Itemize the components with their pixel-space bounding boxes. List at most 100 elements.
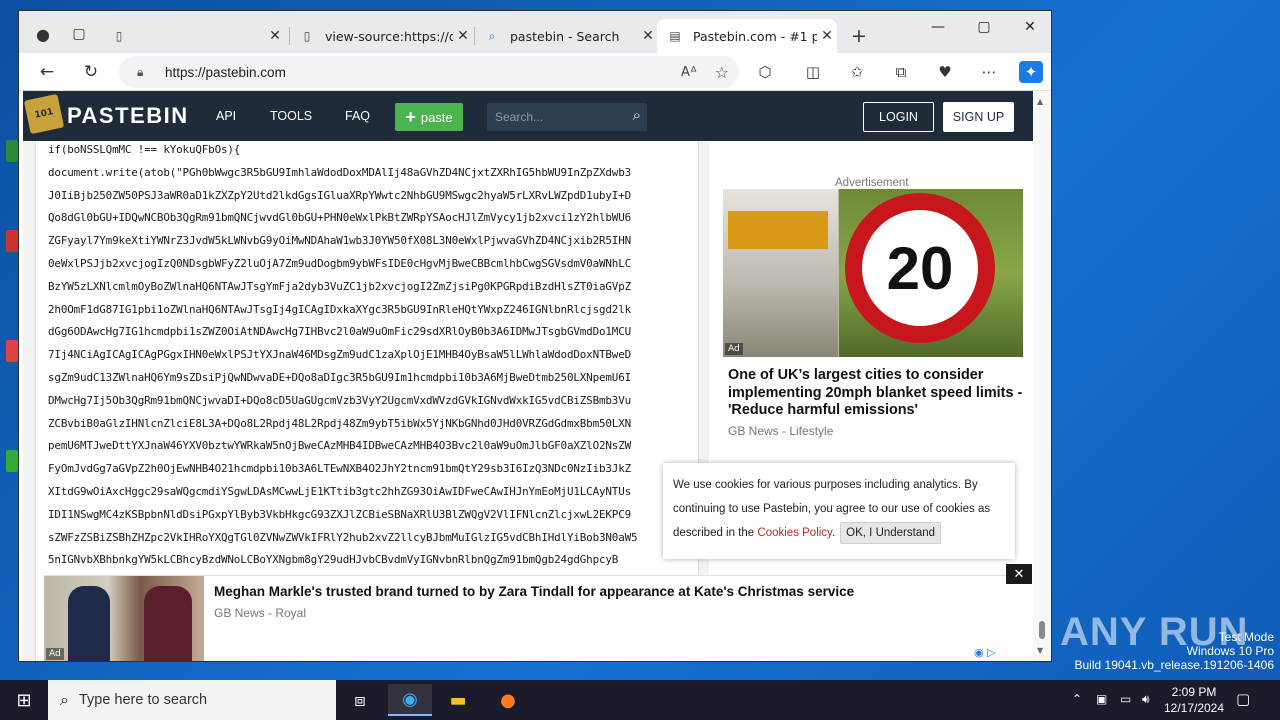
tab-1[interactable]: ▯ ✕: [101, 19, 285, 53]
cookie-banner: We use cookies for various purposes incl…: [663, 463, 1015, 559]
pastebin-logo-icon[interactable]: 101: [23, 93, 65, 135]
cookie-ok-button[interactable]: OK, I Understand: [840, 522, 942, 544]
close-icon[interactable]: ✕: [817, 28, 837, 44]
collections-icon[interactable]: ⧉: [889, 61, 913, 83]
code-line: 5nIGNvbXBhbnkgYW5kLCBhcyBzdWNoLCBoYXNgbm…: [48, 553, 619, 567]
code-line: XItdG9wOiAxcHggc29saWQgcmdiYSgwLDAsMCwwL…: [48, 485, 632, 498]
document-icon: ▯: [303, 29, 311, 43]
extensions-icon[interactable]: ⬡: [753, 61, 777, 83]
code-line: DMwcHg7Ij5Ob3QgRm91bmQNCjwvaDI+DQo8cD5Ua…: [48, 393, 632, 407]
code-line: IDI1NSwgMC4zKSBpbnNldDsiPGxpYlByb3VkbHkg…: [48, 507, 632, 521]
page-scrollbar[interactable]: ▲ ▼: [1033, 91, 1051, 661]
scroll-thumb[interactable]: [1039, 621, 1045, 639]
cookie-text-end: .: [831, 527, 836, 539]
tab-bar: ● ▢ ▯ ✕ ▯ view-source:https://ds ✕ ⌕ pas…: [19, 11, 1051, 53]
sidebar-ad-source: GB News - Lifestyle: [728, 424, 834, 438]
nav-faq[interactable]: FAQ: [345, 109, 370, 123]
read-aloud-icon[interactable]: A͏ᐞ: [681, 65, 697, 80]
code-line: sgZm9udC13ZWlnaHQ6Ym9sZDsiPjQwNDwvaDE+DQ…: [48, 371, 632, 384]
display-icon[interactable]: ▭: [1120, 692, 1131, 706]
split-screen-icon[interactable]: ◫: [801, 61, 825, 83]
minimize-button[interactable]: —: [915, 11, 961, 43]
code-line: if(boNSSLQmMC !== kYokuQFbOs){: [48, 143, 241, 156]
cookies-policy-link[interactable]: Cookies Policy: [757, 527, 832, 539]
file-explorer-icon[interactable]: ▬: [436, 684, 480, 716]
close-icon[interactable]: ✕: [638, 28, 658, 44]
close-icon[interactable]: ✕: [265, 28, 285, 44]
favorite-star-icon[interactable]: ☆: [715, 63, 729, 82]
volume-icon[interactable]: 🔊︎: [1142, 692, 1150, 707]
build-text: Build 19041.vb_release.191206-1406: [1074, 658, 1275, 672]
favorites-icon[interactable]: ✩: [845, 61, 869, 83]
more-menu-icon[interactable]: ⋯: [977, 61, 1001, 83]
windows-start-icon[interactable]: ⊞: [0, 680, 48, 720]
lock-icon: 🔒︎: [137, 64, 144, 79]
search-icon[interactable]: ⌕: [633, 106, 641, 124]
adchoices-icon[interactable]: ◉ ▷: [974, 646, 996, 659]
url-field[interactable]: 🔒︎ https://pastebin.com A͏ᐞ ☆: [119, 56, 739, 88]
code-line: document.write(atob("PGh0bWwgc3R5bGU9Imh…: [48, 165, 632, 179]
taskbar: ⊞ ⌕ Type here to search ⧈ ◉ ▬ ● ⌃ ▣ ▭ 🔊︎…: [0, 680, 1280, 720]
code-line: sZWFzZSBiZSBhZHZpc2VkIHRoYXQgTGl0ZVNwZWV…: [48, 530, 638, 544]
paste-label: paste: [420, 109, 453, 125]
code-line: dGg6ODAwcHg7IG1hcmdpbi1sZWZ0OiAtNDAwcHg7…: [48, 325, 632, 339]
bottom-ad-title[interactable]: Meghan Markle's trusted brand turned to …: [214, 584, 854, 599]
nav-api[interactable]: API: [216, 109, 236, 123]
network-icon[interactable]: ▣: [1096, 692, 1107, 706]
firefox-icon[interactable]: ●: [486, 684, 530, 716]
nav-tools[interactable]: TOOLS: [270, 109, 312, 123]
bottom-ad-image[interactable]: Ad: [44, 576, 204, 661]
close-icon[interactable]: ✕: [453, 28, 473, 44]
profile-icon[interactable]: ●: [29, 21, 57, 47]
tab-title: pastebin - Search: [510, 28, 620, 44]
code-line: 0eWxlPSJjb2xvcjogIzQ0NDsgbWFyZ2luOjA7Zm9…: [48, 257, 632, 270]
address-bar: ← ↻ 🔒︎ https://pastebin.com A͏ᐞ ☆ ⬡ ◫ ✩ …: [19, 53, 1051, 91]
signup-button[interactable]: SIGN UP: [943, 102, 1014, 132]
code-line: pemU6MTJweDttYXJnaW46YXV0bztwYWRkaW5nOjB…: [48, 439, 632, 453]
scroll-up-icon[interactable]: ▲: [1037, 97, 1043, 106]
sidebar-ad-title[interactable]: One of UK’s largest cities to consider i…: [728, 367, 1024, 420]
back-button[interactable]: ←: [33, 59, 61, 85]
maximize-button[interactable]: ▢: [961, 11, 1007, 43]
speed-limit-sign: 20: [845, 193, 995, 343]
notification-icon[interactable]: ▢: [1236, 690, 1250, 708]
task-view-icon[interactable]: ⧈: [338, 684, 382, 716]
scroll-down-icon[interactable]: ▼: [1037, 646, 1043, 655]
code-line: Qo8dGl0bGU+IDQwNCBOb3QgRm91bmQNCjwvdGl0b…: [48, 211, 632, 225]
ad-tag: Ad: [725, 343, 743, 355]
tab-title: view-source:https://ds: [325, 28, 453, 44]
tray-chevron-icon[interactable]: ⌃: [1072, 692, 1082, 706]
search-input[interactable]: Search... ⌕: [487, 103, 647, 131]
advertisement-label: Advertisement: [835, 177, 909, 189]
search-placeholder: Search...: [495, 110, 544, 124]
plus-icon: +: [405, 106, 416, 127]
paste-button[interactable]: + paste: [395, 103, 463, 131]
browser-window: ● ▢ ▯ ✕ ▯ view-source:https://ds ✕ ⌕ pas…: [18, 10, 1052, 662]
edge-browser-icon[interactable]: ◉: [388, 684, 432, 716]
ad-tag: Ad: [46, 648, 64, 660]
copilot-icon[interactable]: ✦: [1019, 61, 1043, 83]
tab-2[interactable]: ▯ view-source:https://ds ✕: [289, 19, 473, 53]
refresh-button[interactable]: ↻: [77, 59, 105, 85]
close-window-button[interactable]: ✕: [1007, 11, 1051, 43]
taskbar-clock[interactable]: 2:09 PM 12/17/2024: [1162, 684, 1226, 716]
code-line: ZCBvbiB0aGlzIHNlcnZlciE8L3A+DQo8L2Rpdj48…: [48, 416, 632, 430]
tab-actions-icon[interactable]: ▢: [65, 21, 93, 47]
taskbar-search-input[interactable]: ⌕ Type here to search: [48, 680, 336, 720]
test-mode-overlay: Test Mode Windows 10 Pro Build 19041.vb_…: [1075, 630, 1275, 672]
code-line: BzYW5zLXNlcmlmOyBoZWlnaHQ6NTAwJTsgYmFja2…: [48, 279, 632, 293]
sidebar-ad-image[interactable]: 20 Ad: [723, 189, 1023, 357]
code-line: J0IiBjb250ZW50PSJ3aWR0aD1kZXZpY2Utd2lkdG…: [48, 188, 632, 202]
pastebin-icon: ▤: [669, 29, 681, 43]
performance-icon[interactable]: ♥: [933, 61, 957, 83]
pastebin-brand[interactable]: PASTEBIN: [67, 103, 189, 129]
taskbar-search-placeholder: Type here to search: [78, 692, 208, 708]
close-icon[interactable]: ✕: [1006, 564, 1032, 584]
login-button[interactable]: LOGIN: [863, 102, 934, 132]
tab-4-active[interactable]: ▤ Pastebin.com - #1 pa ✕: [657, 19, 837, 53]
bottom-ad-banner[interactable]: Ad Meghan Markle's trusted brand turned …: [44, 564, 1032, 661]
clock-time: 2:09 PM: [1171, 685, 1217, 699]
search-icon: ⌕: [60, 690, 69, 709]
new-tab-button[interactable]: +: [845, 23, 873, 49]
tab-3[interactable]: ⌕ pastebin - Search ✕: [474, 19, 658, 53]
